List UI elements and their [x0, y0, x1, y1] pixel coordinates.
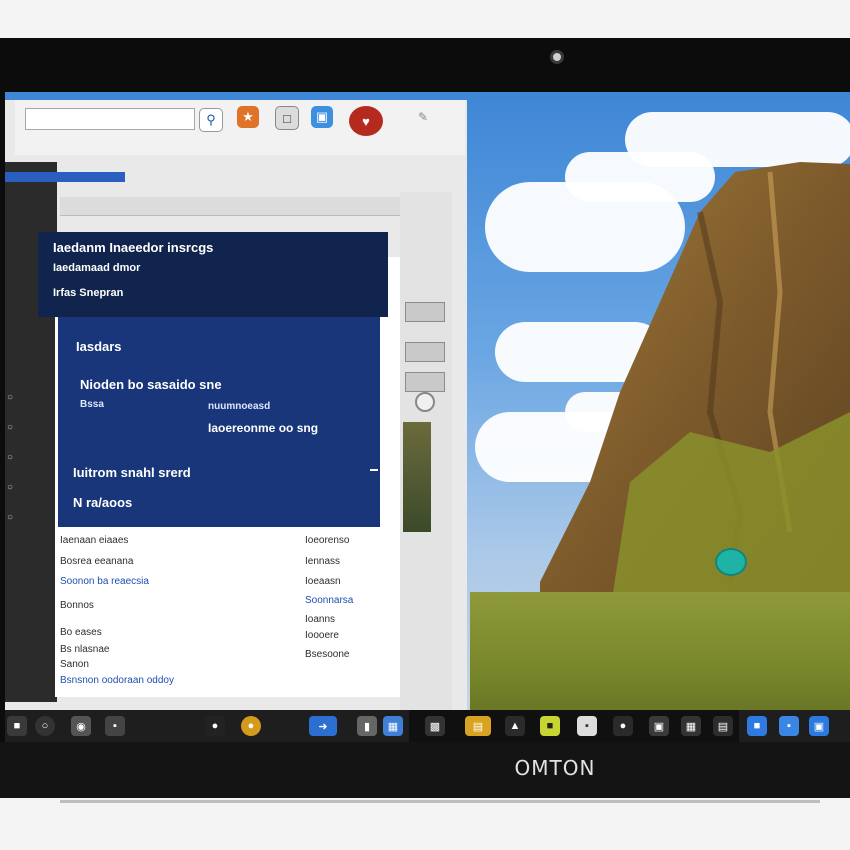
- taskbar-app-icon[interactable]: ▪: [577, 716, 597, 736]
- list-item[interactable]: Iaenaan eiaaes: [60, 535, 128, 546]
- search-taskbar-icon[interactable]: ○: [35, 716, 55, 736]
- taskbar-app-icon[interactable]: ■: [747, 716, 767, 736]
- taskbar-app-icon[interactable]: ▣: [809, 716, 829, 736]
- taskbar-app-icon[interactable]: ▮: [357, 716, 377, 736]
- monitor-chin: [0, 742, 850, 798]
- taskbar-app-icon[interactable]: ■: [540, 716, 560, 736]
- blue-app-icon[interactable]: ▣: [311, 106, 333, 128]
- orange-app-icon[interactable]: ★: [237, 106, 259, 128]
- list-item[interactable]: Bosrea eeanana: [60, 556, 133, 567]
- list-item[interactable]: Bsnsnon oodoraan oddoy: [60, 675, 174, 686]
- desktop-screen: ⚲ ★ □ ▣ ♥ ✎ ○ ○ ○ ○ ○ Iaedanm Inaeedor i…: [5, 92, 850, 742]
- panel-line: nuumnoeasd: [208, 401, 271, 412]
- panel-line: Iaoereonme oo sng: [208, 421, 319, 435]
- brand-logo: OMTON: [514, 756, 596, 780]
- dialog-panel: Iasdars Nioden bo sasaido sne Bssa nuumn…: [58, 317, 380, 527]
- teal-cursor-dot: [715, 548, 747, 576]
- panel-title: Iasdars: [76, 339, 122, 354]
- taskbar-app-icon[interactable]: ●: [241, 716, 261, 736]
- list-item[interactable]: Bo eases: [60, 627, 102, 638]
- panel-header-line: Irfas Snepran: [53, 287, 124, 299]
- cliff-mountain: [540, 162, 850, 612]
- panel-line: Iuitrom snahl srerd: [73, 465, 191, 480]
- list-item[interactable]: Sanon: [60, 659, 89, 670]
- panel-line[interactable]: N ra/aoos: [73, 495, 132, 510]
- sidebar-item-icon[interactable]: ○: [7, 452, 21, 466]
- dial-knob-icon[interactable]: [415, 392, 435, 412]
- taskbar-app-icon[interactable]: ▲: [505, 716, 525, 736]
- list-item[interactable]: Ioooere: [305, 630, 339, 641]
- list-item[interactable]: Ioeorenso: [305, 535, 349, 546]
- taskbar-app-icon[interactable]: ●: [613, 716, 633, 736]
- list-item[interactable]: Bsesoone: [305, 649, 349, 660]
- panel-line: Bssa: [80, 399, 104, 410]
- sidebar-item-icon[interactable]: ○: [7, 422, 21, 436]
- start-icon[interactable]: ■: [7, 716, 27, 736]
- scroll-indicator[interactable]: [370, 469, 378, 471]
- sidebar-item-icon[interactable]: ○: [7, 392, 21, 406]
- document-icon[interactable]: □: [275, 106, 299, 130]
- red-app-icon[interactable]: ♥: [349, 106, 383, 136]
- taskbar-app-icon[interactable]: ▣: [649, 716, 669, 736]
- list-item[interactable]: Bs nlasnae: [60, 644, 109, 655]
- pin-icon[interactable]: ✎: [418, 110, 428, 124]
- taskbar-app-icon[interactable]: ▤: [713, 716, 733, 736]
- panel-header: Iaedanm Inaeedor insrcgs Iaedamaad dmor …: [38, 232, 388, 317]
- taskbar-app-icon[interactable]: ▩: [425, 716, 445, 736]
- panel-header-line: Iaedanm Inaeedor insrcgs: [53, 240, 214, 255]
- search-input[interactable]: [25, 108, 195, 130]
- webcam-icon: [550, 50, 564, 64]
- thumbnail-image[interactable]: [403, 422, 431, 532]
- monitor-base: [60, 800, 820, 803]
- list-item[interactable]: Ioanns: [305, 614, 335, 625]
- panel-line: Nioden bo sasaido sne: [80, 377, 222, 392]
- taskbar-app-icon[interactable]: ▦: [681, 716, 701, 736]
- taskbar-app-icon[interactable]: ▤: [465, 716, 491, 736]
- panel-button[interactable]: [405, 302, 445, 322]
- panel-header-line: Iaedamaad dmor: [53, 262, 141, 274]
- breadcrumb-bar: [60, 197, 440, 216]
- taskbar-app-icon[interactable]: ◉: [71, 716, 91, 736]
- taskbar-app-icon[interactable]: ▦: [383, 716, 403, 736]
- sidebar-item-icon[interactable]: ○: [7, 482, 21, 496]
- taskbar-app-icon[interactable]: ▪: [105, 716, 125, 736]
- taskbar-app-icon[interactable]: ▪: [779, 716, 799, 736]
- sidebar-selection[interactable]: [5, 172, 125, 182]
- list-item[interactable]: Iennass: [305, 556, 340, 567]
- taskbar-app-icon[interactable]: ●: [205, 716, 225, 736]
- sidebar-item-icon[interactable]: ○: [7, 512, 21, 526]
- list-item[interactable]: Ioeaasn: [305, 576, 341, 587]
- list-item[interactable]: Soonon ba reaecsia: [60, 576, 149, 587]
- panel-button[interactable]: [405, 342, 445, 362]
- list-item[interactable]: Soonnarsa: [305, 595, 353, 606]
- panel-button[interactable]: [405, 372, 445, 392]
- browser-icon[interactable]: ➜: [309, 716, 337, 736]
- search-icon[interactable]: ⚲: [199, 108, 223, 132]
- list-item[interactable]: Bonnos: [60, 600, 94, 611]
